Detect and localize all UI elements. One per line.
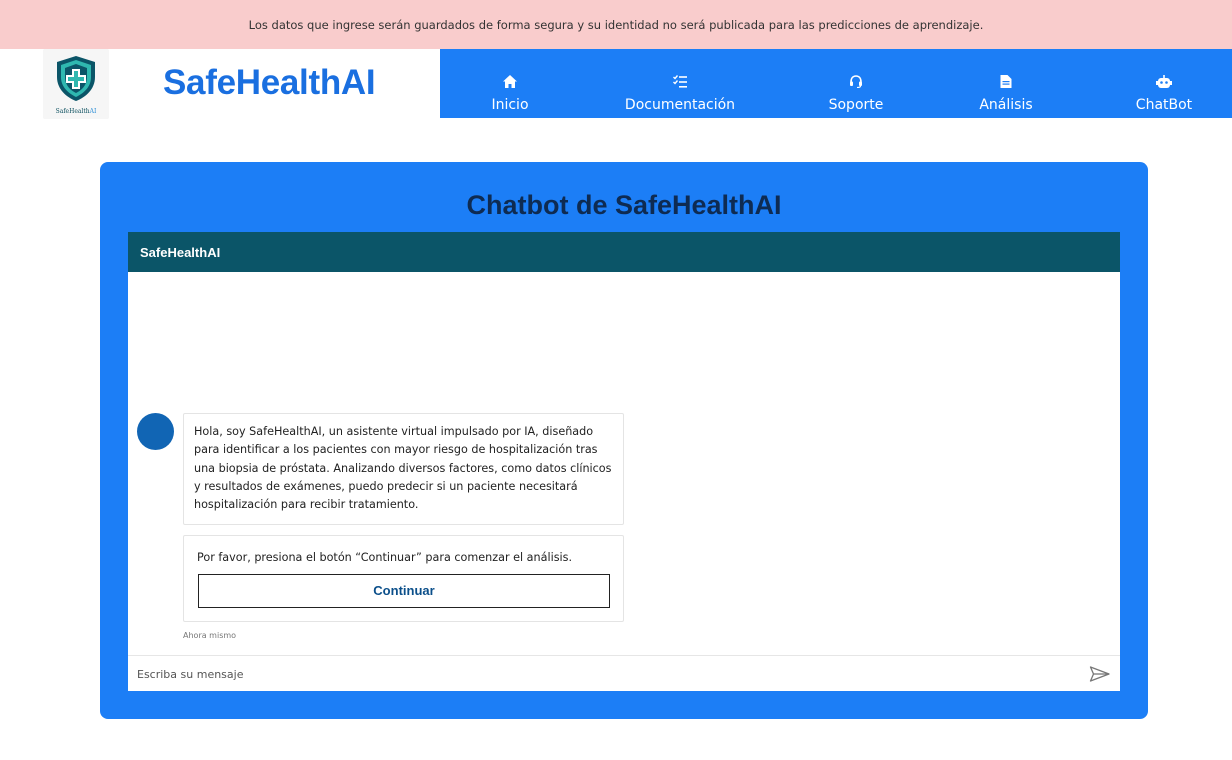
- nav-item-analisis[interactable]: Análisis: [966, 49, 1046, 118]
- nav-item-label: Análisis: [979, 97, 1033, 113]
- privacy-notice: Los datos que ingrese serán guardados de…: [0, 0, 1232, 49]
- chat-message-text: Hola, soy SafeHealthAI, un asistente vir…: [194, 425, 612, 512]
- bot-avatar: [137, 413, 174, 450]
- nav-item-documentacion[interactable]: Documentación: [615, 49, 745, 118]
- nav-item-inicio[interactable]: Inicio: [470, 49, 550, 118]
- nav-item-chatbot[interactable]: ChatBot: [1124, 49, 1204, 118]
- home-icon: [503, 75, 517, 88]
- privacy-notice-text: Los datos que ingrese serán guardados de…: [248, 18, 984, 32]
- chat-message: Hola, soy SafeHealthAI, un asistente vir…: [183, 413, 624, 525]
- brand-title: SafeHealthAI: [163, 63, 376, 102]
- chatbot-panel: Chatbot de SafeHealthAI SafeHealthAI Hol…: [100, 162, 1148, 719]
- nav-item-soporte[interactable]: Soporte: [816, 49, 896, 118]
- message-input-row: [128, 655, 1120, 691]
- chat-message-text: Por favor, presiona el botón “Continuar”…: [197, 551, 573, 564]
- message-timestamp: Ahora mismo: [183, 631, 237, 640]
- logo-text: SafeHealthAI: [55, 108, 97, 115]
- continue-button[interactable]: Continuar: [198, 574, 610, 608]
- shield-logo-icon: [57, 56, 95, 101]
- chat-header: SafeHealthAI: [128, 232, 1120, 272]
- nav-item-label: Documentación: [624, 97, 736, 113]
- list-check-icon: [673, 75, 687, 88]
- nav-item-label: ChatBot: [1135, 97, 1193, 113]
- chat-window: SafeHealthAI Hola, soy SafeHealthAI, un …: [128, 232, 1120, 691]
- nav-item-label: Soporte: [828, 97, 884, 113]
- chat-message: Por favor, presiona el botón “Continuar”…: [183, 535, 624, 622]
- logo[interactable]: SafeHealthAI: [43, 49, 109, 119]
- panel-title: Chatbot de SafeHealthAI: [466, 190, 782, 220]
- send-icon[interactable]: [1089, 665, 1111, 683]
- main-nav: Inicio Documentación Soporte Análisis Ch…: [440, 49, 1232, 118]
- nav-item-label: Inicio: [491, 97, 529, 113]
- document-icon: [1000, 75, 1012, 88]
- headset-icon: [850, 75, 862, 88]
- header: SafeHealthAI SafeHealthAI Inicio Documen…: [0, 49, 1232, 119]
- message-input[interactable]: [137, 663, 1077, 685]
- robot-icon: [1156, 75, 1172, 88]
